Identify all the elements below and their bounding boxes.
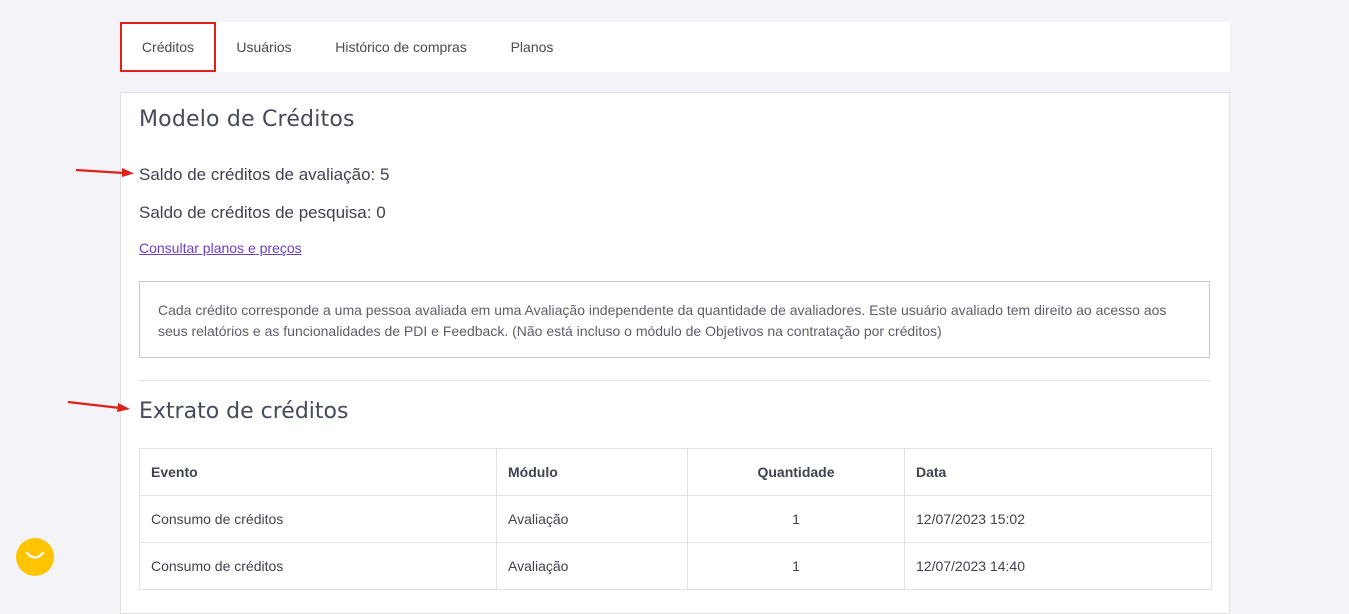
red-arrow-icon (67, 400, 130, 412)
tab-planos[interactable]: Planos (490, 22, 574, 72)
column-header-evento: Evento (139, 448, 497, 496)
survey-credit-balance: Saldo de créditos de pesquisa: 0 (139, 203, 386, 222)
tab-usuarios[interactable]: Usuários (216, 22, 312, 72)
section-divider (139, 380, 1211, 381)
tab-creditos[interactable]: Créditos (120, 22, 216, 72)
column-header-quantidade: Quantidade (687, 448, 905, 496)
credits-extract-table: Evento Módulo Quantidade Data Consumo de… (139, 448, 1212, 590)
plans-pricing-link[interactable]: Consultar planos e preços (139, 240, 302, 256)
credit-info-box: Cada crédito corresponde a uma pessoa av… (139, 281, 1210, 358)
credits-panel: Modelo de Créditos Saldo de créditos de … (120, 92, 1230, 614)
tab-historico-compras[interactable]: Histórico de compras (312, 22, 490, 72)
cell-evento: Consumo de créditos (139, 542, 497, 590)
tab-creditos-label: Créditos (141, 39, 195, 55)
red-arrow-icon (75, 168, 134, 177)
chat-bubble-icon[interactable] (16, 538, 54, 576)
tab-historico-label: Histórico de compras (335, 39, 467, 55)
tab-usuarios-label: Usuários (236, 39, 292, 55)
table-header-row: Evento Módulo Quantidade Data (139, 448, 1212, 496)
column-header-modulo: Módulo (496, 448, 688, 496)
cell-quantidade: 1 (687, 495, 905, 543)
table-row: Consumo de créditos Avaliação 1 12/07/20… (139, 542, 1212, 590)
cell-modulo: Avaliação (496, 542, 688, 590)
cell-data: 12/07/2023 14:40 (904, 542, 1212, 590)
tab-bar: Créditos Usuários Histórico de compras P… (120, 22, 1230, 72)
cell-quantidade: 1 (687, 542, 905, 590)
evaluation-credit-balance: Saldo de créditos de avaliação: 5 (139, 165, 390, 184)
page-title: Modelo de Créditos (139, 107, 355, 132)
cell-modulo: Avaliação (496, 495, 688, 543)
tab-planos-label: Planos (510, 39, 554, 55)
credit-info-text: Cada crédito corresponde a uma pessoa av… (158, 302, 1167, 339)
cell-evento: Consumo de créditos (139, 495, 497, 543)
column-header-data: Data (904, 448, 1212, 496)
chat-smile-icon (25, 551, 45, 559)
cell-data: 12/07/2023 15:02 (904, 495, 1212, 543)
extract-title: Extrato de créditos (139, 399, 349, 424)
table-row: Consumo de créditos Avaliação 1 12/07/20… (139, 495, 1212, 543)
